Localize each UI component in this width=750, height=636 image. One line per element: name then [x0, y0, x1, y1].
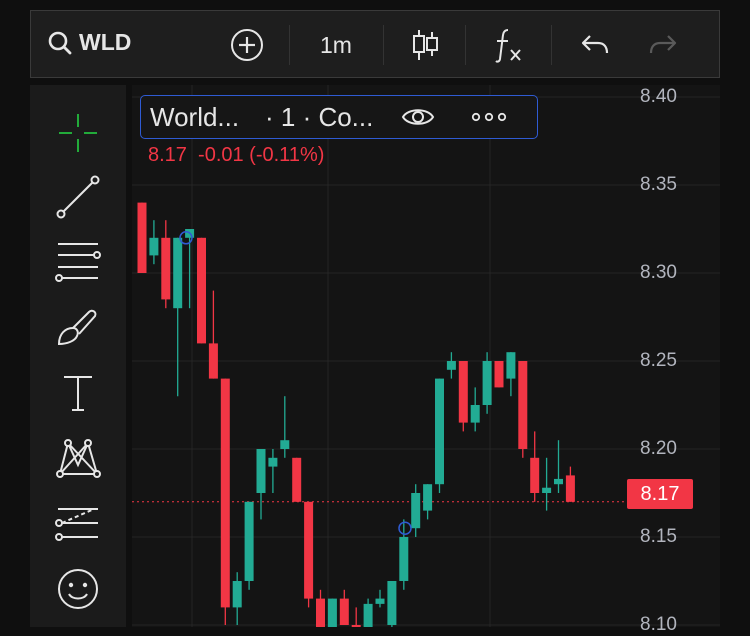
trend-line-tool[interactable]	[30, 167, 126, 227]
emoji-icon	[58, 569, 98, 609]
candle-body	[375, 598, 385, 604]
candle-body	[232, 581, 242, 608]
candle-body	[554, 478, 563, 485]
series-legend[interactable]: World... · 1 · Co...	[140, 95, 538, 139]
candle-body	[530, 457, 540, 493]
price-axis-label: 8.10	[640, 614, 677, 635]
top-toolbar: WLD 1m	[30, 10, 720, 78]
candle-body	[565, 475, 575, 502]
candle-body	[470, 405, 480, 423]
indicators-icon	[495, 29, 521, 63]
crosshair-tool[interactable]	[30, 103, 126, 163]
candle-body	[411, 493, 421, 529]
candle-body	[208, 343, 218, 379]
price-axis-label: 8.30	[640, 262, 677, 283]
price-axis-label: 8.40	[640, 86, 677, 107]
price-axis-label: 8.20	[640, 438, 677, 459]
candle-body	[316, 598, 325, 627]
candle-body	[542, 487, 552, 493]
toolbar-divider	[289, 25, 290, 65]
legend-symbol-name: World...	[150, 101, 240, 132]
candle-body	[363, 603, 373, 627]
projection-tool[interactable]	[30, 494, 126, 554]
candle-body	[423, 484, 433, 511]
candle-body	[458, 361, 468, 423]
emoji-tool[interactable]	[30, 559, 126, 619]
toolbar-divider	[383, 25, 384, 65]
candle-body	[518, 361, 528, 449]
candle-body	[197, 237, 206, 344]
fib-levels-tool[interactable]	[30, 231, 126, 291]
projection-icon	[55, 508, 98, 541]
drawing-toolbar	[30, 85, 126, 627]
candles-icon	[413, 30, 438, 60]
pattern-tool[interactable]	[30, 428, 126, 488]
candle-body	[292, 457, 302, 502]
marker-circle	[398, 521, 412, 535]
candle-body	[173, 237, 183, 309]
last-price-tag: 8.17	[627, 479, 693, 509]
more-options-icon[interactable]	[471, 111, 507, 123]
candle-body	[435, 378, 444, 485]
price-axis-label: 8.25	[640, 350, 677, 371]
candle-body	[280, 440, 290, 449]
add-symbol-icon	[231, 29, 263, 61]
candle-body	[327, 598, 337, 627]
legend-meta: · 1 · Co...	[265, 101, 374, 132]
candle-body	[339, 598, 349, 625]
candle-body	[256, 449, 266, 493]
interval-label: 1m	[320, 31, 352, 58]
trend-line-icon	[56, 175, 100, 219]
undo-button[interactable]	[577, 25, 613, 65]
fib-levels-icon	[55, 243, 101, 282]
interval-button[interactable]: 1m	[309, 25, 363, 65]
candle-body	[482, 361, 492, 405]
redo-button[interactable]	[645, 25, 681, 65]
candle-body	[494, 361, 504, 388]
candle-body	[149, 237, 159, 256]
candle-body	[244, 501, 254, 581]
toolbar-divider	[465, 25, 466, 65]
candle-body	[220, 378, 230, 608]
text-tool[interactable]	[30, 363, 126, 423]
eye-icon[interactable]	[401, 106, 435, 128]
add-symbol-button[interactable]	[227, 25, 267, 65]
indicators-button[interactable]	[491, 25, 527, 65]
symbol-label: WLD	[79, 29, 132, 55]
chart-type-button[interactable]	[407, 25, 443, 65]
symbol-search-button[interactable]: WLD	[47, 29, 131, 56]
candle-body	[137, 202, 147, 273]
candle-body	[268, 457, 278, 467]
search-icon	[48, 31, 72, 54]
price-axis-label: 8.35	[640, 174, 677, 195]
crosshair-icon	[59, 114, 97, 152]
price-axis-label: 8.15	[640, 526, 677, 547]
candle-body	[387, 581, 397, 625]
pattern-icon	[56, 439, 101, 478]
brush-icon	[57, 309, 97, 346]
candle-body	[446, 361, 456, 370]
toolbar-divider	[551, 25, 552, 65]
redo-icon	[649, 35, 677, 54]
candle-body	[506, 352, 516, 379]
text-tool-icon	[64, 376, 92, 411]
brush-tool[interactable]	[30, 297, 126, 357]
legend-quote: 8.17 -0.01 (-0.11%)	[148, 144, 325, 166]
undo-icon	[581, 35, 609, 54]
candle-body	[161, 237, 171, 300]
candle-body	[399, 537, 409, 581]
candle-body	[304, 501, 314, 599]
